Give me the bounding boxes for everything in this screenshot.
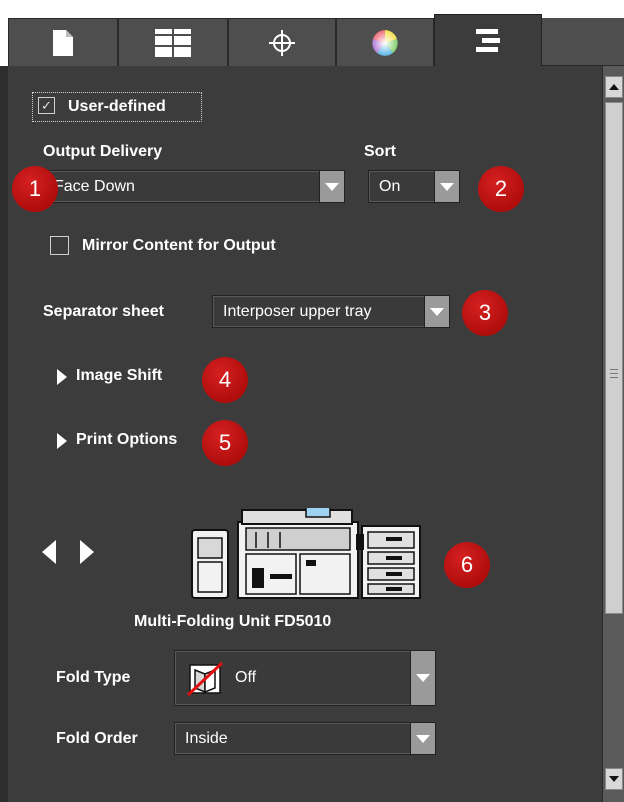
separator-sheet-dropdown-arrow[interactable] [424, 296, 449, 327]
sort-select[interactable]: On [368, 170, 460, 203]
tab-layout[interactable] [118, 18, 228, 66]
device-name: Multi-Folding Unit FD5010 [134, 613, 332, 630]
checkmark-icon: ✓ [41, 98, 52, 113]
print-options-toggle[interactable]: Print Options [76, 431, 177, 449]
separator-sheet-select[interactable]: Interposer upper tray [212, 295, 450, 328]
tab-marks[interactable] [228, 18, 336, 66]
fold-order-value: Inside [185, 730, 228, 747]
callout-badge-5: 5 [202, 420, 248, 466]
finishing-lines-icon [476, 29, 500, 52]
expand-triangle-icon[interactable] [57, 433, 67, 449]
fold-type-select[interactable]: Off [174, 650, 436, 706]
arrow-up-icon [609, 84, 619, 90]
output-delivery-dropdown-arrow[interactable] [319, 171, 344, 202]
callout-badge-6: 6 [444, 542, 490, 588]
image-shift-toggle[interactable]: Image Shift [76, 367, 162, 385]
sort-value: On [379, 178, 401, 195]
tab-strip-filler [542, 18, 624, 66]
callout-badge-4: 4 [202, 357, 248, 403]
callout-badge-3: 3 [462, 290, 508, 336]
sort-label: Sort [364, 143, 396, 160]
output-delivery-label: Output Delivery [43, 143, 163, 160]
next-device-arrow-icon[interactable] [80, 540, 94, 564]
tab-bar [0, 0, 624, 67]
separator-sheet-label: Separator sheet [43, 303, 164, 320]
scrollbar-thumb[interactable] [605, 102, 623, 614]
callout-badge-1: 1 [12, 166, 58, 212]
chevron-down-icon [416, 674, 430, 682]
output-delivery-value: Face Down [54, 178, 135, 195]
arrow-down-icon [609, 776, 619, 782]
crosshair-icon [269, 29, 295, 56]
chevron-down-icon [430, 307, 444, 316]
chevron-down-icon [440, 182, 454, 191]
fold-order-dropdown-arrow[interactable] [410, 723, 435, 754]
callout-badge-2: 2 [478, 166, 524, 212]
fold-order-label: Fold Order [56, 730, 138, 747]
fold-type-label: Fold Type [56, 669, 131, 686]
printer-finisher-icon [191, 508, 421, 599]
fold-off-icon [186, 661, 224, 697]
sort-dropdown-arrow[interactable] [434, 171, 459, 202]
previous-device-arrow-icon[interactable] [42, 540, 56, 564]
chevron-down-icon [325, 182, 339, 191]
tab-finishing[interactable] [434, 14, 542, 67]
output-delivery-select[interactable]: Face Down [43, 170, 345, 203]
user-defined-checkbox[interactable]: ✓ [38, 97, 55, 114]
vertical-scrollbar[interactable] [602, 66, 624, 802]
separator-sheet-value: Interposer upper tray [223, 303, 372, 320]
expand-triangle-icon[interactable] [57, 369, 67, 385]
user-defined-label: User-defined [68, 98, 166, 115]
fold-type-dropdown-arrow[interactable] [410, 651, 435, 705]
layout-grid-icon [155, 28, 191, 57]
mirror-content-checkbox[interactable] [50, 236, 69, 255]
fold-type-value: Off [235, 669, 257, 686]
fold-order-select[interactable]: Inside [174, 722, 436, 755]
document-icon [53, 29, 73, 56]
chevron-down-icon [416, 734, 430, 743]
scroll-down-button[interactable] [605, 768, 623, 790]
tab-document[interactable] [8, 18, 118, 66]
mirror-content-label: Mirror Content for Output [82, 237, 276, 254]
panel-left-edge [0, 66, 8, 802]
scroll-up-button[interactable] [605, 76, 623, 98]
tab-color[interactable] [336, 18, 434, 66]
color-wheel-icon [372, 29, 398, 56]
